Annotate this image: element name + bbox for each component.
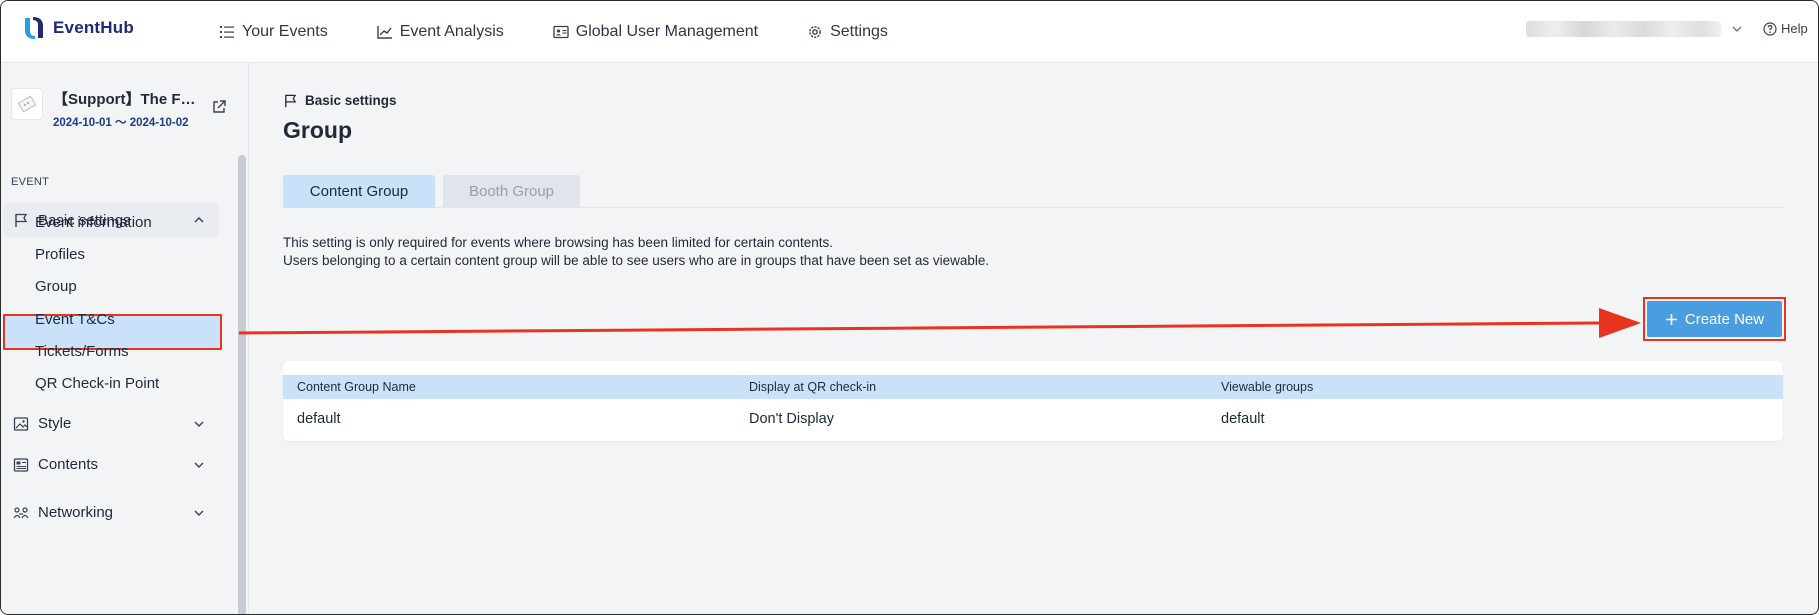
event-thumbnail bbox=[11, 88, 43, 120]
chevron-down-icon bbox=[1732, 26, 1742, 32]
cell-content-group-name: default bbox=[297, 411, 341, 427]
eventhub-logo[interactable]: EventHub bbox=[21, 15, 134, 41]
sidebar-group-contents[interactable]: Contents bbox=[3, 448, 219, 482]
help-label: Help bbox=[1781, 21, 1808, 36]
external-link-icon[interactable] bbox=[211, 99, 227, 115]
nav-event-analysis-label: Event Analysis bbox=[399, 23, 504, 40]
event-title: 【Support】The F… bbox=[53, 91, 196, 108]
create-new-button[interactable]: Create New bbox=[1647, 301, 1782, 337]
flag-icon bbox=[15, 213, 28, 227]
tab-booth-group[interactable]: Booth Group bbox=[443, 175, 580, 208]
nav-global-user-management[interactable]: Global User Management bbox=[553, 23, 758, 41]
sidebar-item-profiles[interactable]: Profiles bbox=[35, 246, 85, 263]
event-image-icon bbox=[17, 95, 37, 113]
description: This setting is only required for events… bbox=[283, 234, 989, 270]
plus-icon bbox=[1665, 313, 1677, 325]
nav-your-events-label: Your Events bbox=[242, 23, 328, 40]
id-card-icon bbox=[553, 25, 569, 39]
cell-display-at-qr: Don't Display bbox=[749, 411, 834, 427]
tab-content-group[interactable]: Content Group bbox=[283, 175, 435, 208]
question-circle-icon bbox=[1763, 21, 1777, 36]
event-card: 【Support】The F… 2024-10-01 ～ 2024-10-02 bbox=[11, 88, 196, 130]
chevron-down-icon bbox=[194, 462, 204, 468]
app-name: EventHub bbox=[53, 18, 134, 37]
sidebar-item-event-information[interactable]: Event information bbox=[35, 214, 152, 231]
nav-event-analysis[interactable]: Event Analysis bbox=[376, 23, 504, 41]
help-link[interactable]: Help bbox=[1763, 21, 1808, 36]
create-new-highlight: Create New bbox=[1643, 297, 1786, 341]
column-header-viewable-groups[interactable]: Viewable groups bbox=[1221, 380, 1313, 394]
chevron-down-icon bbox=[194, 510, 204, 516]
sidebar-scrollbar[interactable] bbox=[238, 155, 246, 614]
content-group-table: Content Group Name Display at QR check-i… bbox=[283, 361, 1783, 441]
flag-icon bbox=[285, 94, 297, 108]
sidebar: 【Support】The F… 2024-10-01 ～ 2024-10-02 … bbox=[1, 63, 249, 614]
sidebar-group-style-label: Style bbox=[38, 415, 72, 432]
chart-line-icon bbox=[376, 26, 392, 39]
newspaper-icon bbox=[13, 458, 29, 472]
breadcrumb-label: Basic settings bbox=[305, 93, 397, 108]
nav-your-events[interactable]: Your Events bbox=[219, 23, 328, 41]
nav-settings[interactable]: Settings bbox=[807, 23, 888, 41]
chevron-up-icon bbox=[194, 217, 204, 223]
list-icon bbox=[220, 26, 234, 38]
sidebar-item-event-tcs[interactable]: Event T&Cs bbox=[35, 311, 115, 328]
account-menu[interactable] bbox=[1526, 21, 1743, 37]
sidebar-item-qr-check-in-point[interactable]: QR Check-in Point bbox=[35, 375, 159, 392]
group-tabs: Content Group Booth Group bbox=[283, 175, 1783, 208]
account-name-redacted bbox=[1526, 21, 1721, 37]
gear-icon bbox=[809, 26, 821, 38]
chevron-down-icon bbox=[194, 421, 204, 427]
sidebar-group-contents-label: Contents bbox=[38, 456, 99, 473]
main-content: Basic settings Group Content Group Booth… bbox=[249, 63, 1818, 614]
table-header: Content Group Name Display at QR check-i… bbox=[283, 375, 1783, 399]
sidebar-section-label: EVENT bbox=[11, 176, 50, 188]
sidebar-item-tickets-forms[interactable]: Tickets/Forms bbox=[35, 343, 129, 360]
sidebar-group-networking[interactable]: Networking bbox=[3, 496, 219, 530]
eventhub-logo-icon bbox=[25, 17, 43, 39]
breadcrumb: Basic settings bbox=[283, 93, 397, 108]
app-window: EventHub Your Events Event Analysis Glob… bbox=[0, 0, 1819, 615]
column-header-content-group-name[interactable]: Content Group Name bbox=[297, 380, 416, 394]
image-icon bbox=[13, 417, 29, 431]
column-header-display-at-qr[interactable]: Display at QR check-in bbox=[749, 380, 876, 394]
event-dates: 2024-10-01 ～ 2024-10-02 bbox=[53, 117, 189, 129]
main-nav: Your Events Event Analysis Global User M… bbox=[219, 1, 937, 63]
sidebar-group-style[interactable]: Style bbox=[3, 407, 219, 441]
sidebar-item-group[interactable]: Group bbox=[35, 278, 77, 295]
page-title: Group bbox=[283, 117, 352, 143]
description-line-1: This setting is only required for events… bbox=[283, 235, 834, 250]
create-new-label: Create New bbox=[1684, 310, 1765, 328]
cell-viewable-groups: default bbox=[1221, 411, 1265, 427]
top-navigation-bar: EventHub Your Events Event Analysis Glob… bbox=[1, 1, 1818, 63]
people-link-icon bbox=[13, 507, 29, 519]
nav-global-user-management-label: Global User Management bbox=[575, 23, 759, 40]
description-line-2: Users belonging to a certain content gro… bbox=[283, 253, 990, 268]
event-info: 【Support】The F… 2024-10-01 ～ 2024-10-02 bbox=[53, 88, 196, 130]
nav-settings-label: Settings bbox=[830, 23, 888, 40]
sidebar-group-networking-label: Networking bbox=[38, 504, 114, 521]
